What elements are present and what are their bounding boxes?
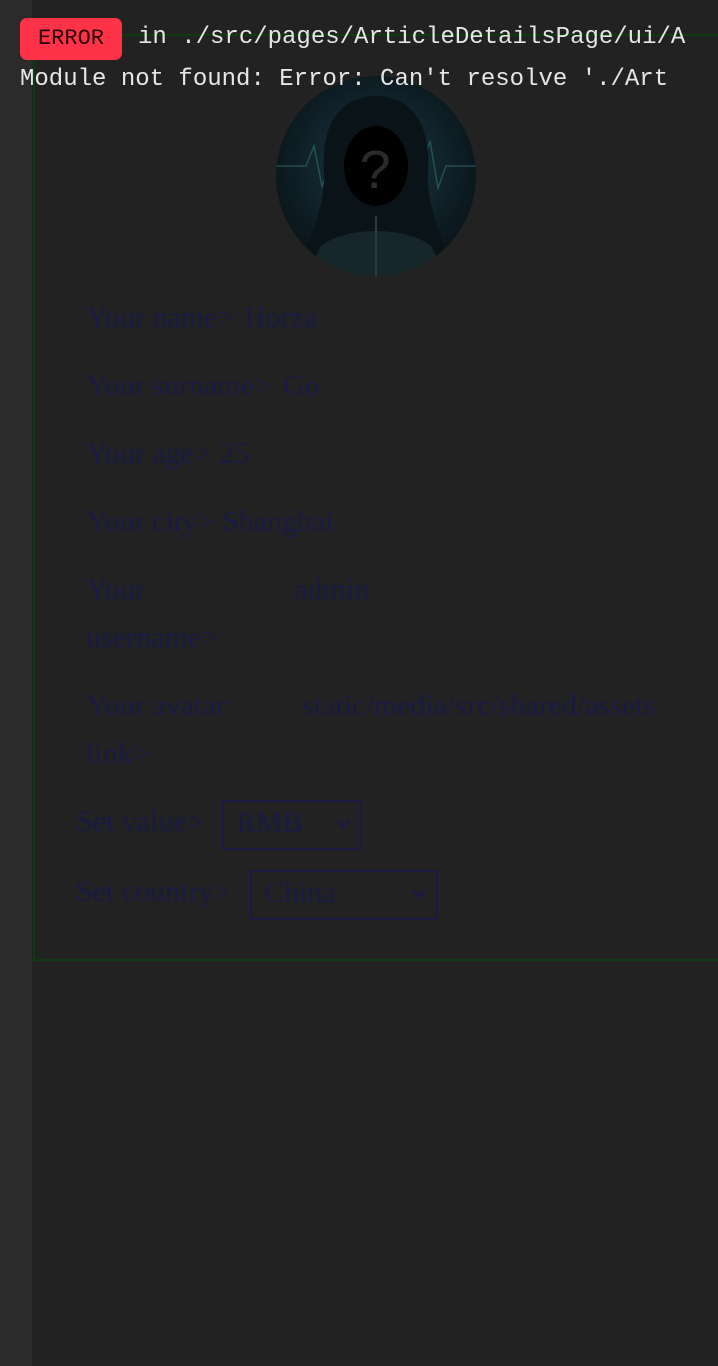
avatar-link-field: Your avatar link> static/media/src/share… [86, 682, 686, 778]
avatar-link-label: Your avatar link> [86, 689, 226, 770]
name-input[interactable]: Horza [244, 294, 317, 342]
country-row: Set country> China [76, 868, 456, 920]
age-input[interactable]: 25 [219, 430, 249, 478]
city-field: Your city> Shanghai [86, 498, 586, 546]
error-badge: ERROR [20, 18, 122, 60]
avatar: ? [276, 76, 476, 276]
sidebar-strip [0, 0, 32, 1366]
currency-select[interactable]: RMB [222, 800, 362, 850]
currency-selected-value: RMB [236, 806, 303, 839]
name-label: Your name> [86, 301, 235, 334]
surname-label: Your surname> [86, 369, 271, 402]
city-input[interactable]: Shanghai [222, 498, 334, 546]
surname-input[interactable]: Go [283, 362, 320, 410]
surname-field: Your surname> Go [86, 362, 586, 410]
avatar-link-input[interactable]: static/media/src/shared/assets [302, 682, 682, 730]
age-field: Your age> 25 [86, 430, 586, 478]
currency-label: Set value> [76, 805, 204, 838]
error-location: in ./src/pages/ArticleDetailsPage/ui/A [138, 24, 686, 51]
hooded-figure-icon: ? [276, 96, 476, 276]
chevron-down-icon [411, 889, 427, 900]
name-field: Your name> Horza [86, 294, 586, 342]
country-label: Set country> [76, 875, 231, 908]
username-field: Your username> admin [86, 566, 686, 662]
chevron-down-icon [335, 819, 351, 830]
age-label: Your age> [86, 437, 211, 470]
city-label: Your city> [86, 505, 215, 538]
currency-row: Set value> RMB [76, 798, 376, 850]
error-message: Module not found: Error: Can't resolve '… [20, 66, 669, 93]
svg-text:?: ? [359, 141, 393, 205]
username-label: Your username> [86, 573, 218, 654]
username-input[interactable]: admin [294, 566, 674, 614]
country-select[interactable]: China [250, 870, 438, 920]
country-selected-value: China [264, 876, 336, 909]
